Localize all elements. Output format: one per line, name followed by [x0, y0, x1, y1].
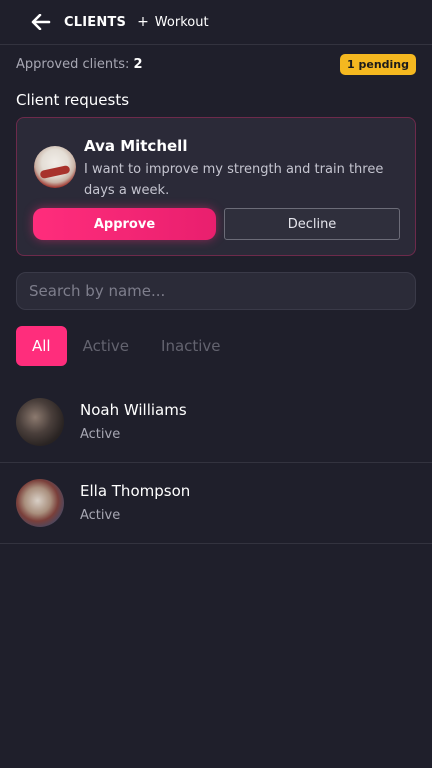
avatar: [16, 398, 64, 446]
filter-tab-active[interactable]: Active: [67, 326, 145, 366]
clients-summary: Approved clients: 2 1 pending: [0, 53, 432, 75]
avatar: [16, 479, 64, 527]
page-title: CLIENTS: [64, 14, 127, 30]
add-workout-link[interactable]: + Workout: [137, 14, 208, 30]
client-status: Active: [80, 508, 121, 523]
client-name: Noah Williams: [80, 401, 187, 419]
search-input[interactable]: [16, 272, 416, 310]
client-name: Ella Thompson: [80, 482, 191, 500]
request-client-name: Ava Mitchell: [84, 137, 188, 155]
approve-button[interactable]: Approve: [33, 208, 216, 240]
client-requests-heading: Client requests: [16, 91, 130, 109]
decline-button[interactable]: Decline: [224, 208, 400, 240]
status-filter-tabs: All Active Inactive: [16, 326, 237, 366]
top-bar: CLIENTS + Workout: [0, 0, 432, 45]
arrow-left-icon: [31, 14, 51, 30]
plus-icon: +: [137, 14, 149, 30]
filter-tab-all[interactable]: All: [16, 326, 67, 366]
pending-badge: 1 pending: [340, 53, 416, 75]
list-item[interactable]: Noah Williams Active: [0, 382, 432, 463]
approved-clients-text: Approved clients: 2: [16, 57, 143, 72]
approved-clients-label: Approved clients:: [16, 56, 130, 72]
client-request-card: Ava Mitchell I want to improve my streng…: [16, 117, 416, 256]
avatar: [34, 146, 76, 188]
list-item[interactable]: Ella Thompson Active: [0, 463, 432, 544]
filter-tab-inactive[interactable]: Inactive: [145, 326, 237, 366]
approved-clients-count: 2: [133, 56, 143, 72]
client-list: Noah Williams Active Ella Thompson Activ…: [0, 382, 432, 544]
client-status: Active: [80, 427, 121, 442]
back-button[interactable]: [30, 11, 52, 33]
request-message: I want to improve my strength and train …: [84, 162, 384, 198]
workout-label: Workout: [154, 14, 209, 30]
